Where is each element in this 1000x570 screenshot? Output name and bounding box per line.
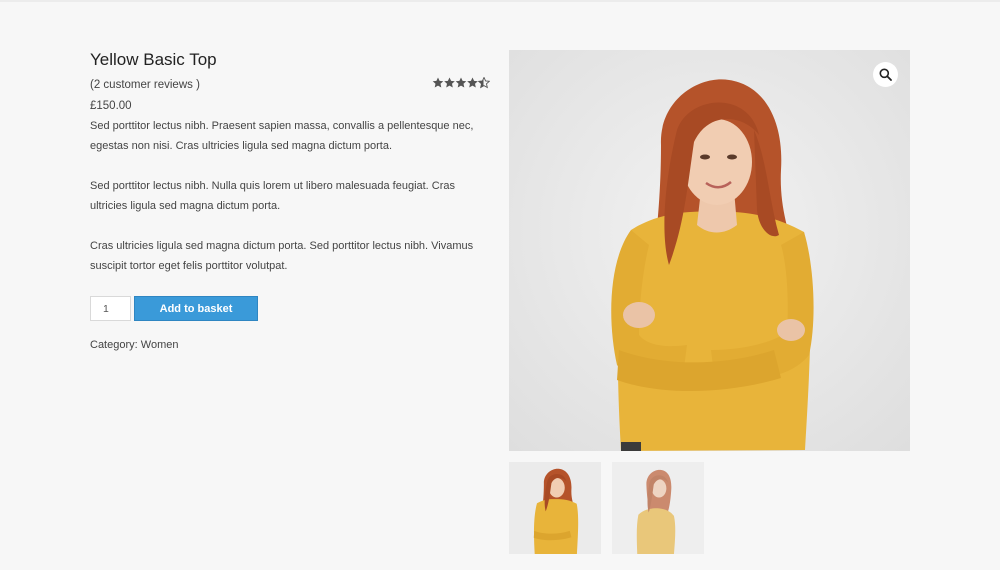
star-rating (432, 77, 490, 89)
star-icon (455, 77, 467, 88)
description-paragraph: Cras ultricies ligula sed magna dictum p… (90, 240, 474, 272)
star-icon (444, 77, 455, 88)
product-price: £150.00 (90, 100, 132, 112)
description-paragraph: Sed porttitor lectus nibh. Praesent sapi… (90, 120, 474, 152)
quantity-input[interactable] (90, 296, 131, 321)
model-photo (611, 79, 814, 451)
thumbnail-photo (509, 462, 601, 554)
product-summary: Yellow Basic Top (2 customer reviews ) £… (90, 48, 490, 353)
thumbnail-photo (612, 462, 704, 554)
add-to-cart-form: Add to basket (90, 296, 490, 321)
product-main-image[interactable] (509, 50, 910, 451)
add-to-basket-button[interactable]: Add to basket (134, 296, 258, 321)
product-meta: Category: Women (90, 337, 490, 353)
zoom-button[interactable] (873, 62, 898, 87)
product-title: Yellow Basic Top (90, 50, 217, 69)
category-link[interactable]: Women (141, 339, 179, 351)
star-icon (467, 77, 478, 88)
rating-row: (2 customer reviews ) (90, 75, 490, 95)
header-divider (0, 0, 1000, 2)
description-paragraph: Sed porttitor lectus nibh. Nulla quis lo… (90, 180, 456, 212)
star-icon (432, 77, 444, 88)
product-description: Sed porttitor lectus nibh. Praesent sapi… (90, 116, 490, 276)
magnifier-icon (879, 68, 892, 81)
product-thumbnail-side[interactable] (612, 462, 704, 554)
product-thumbnail-front[interactable] (509, 462, 601, 554)
customer-reviews-link[interactable]: (2 customer reviews ) (90, 79, 200, 91)
category-label: Category: (90, 339, 138, 351)
